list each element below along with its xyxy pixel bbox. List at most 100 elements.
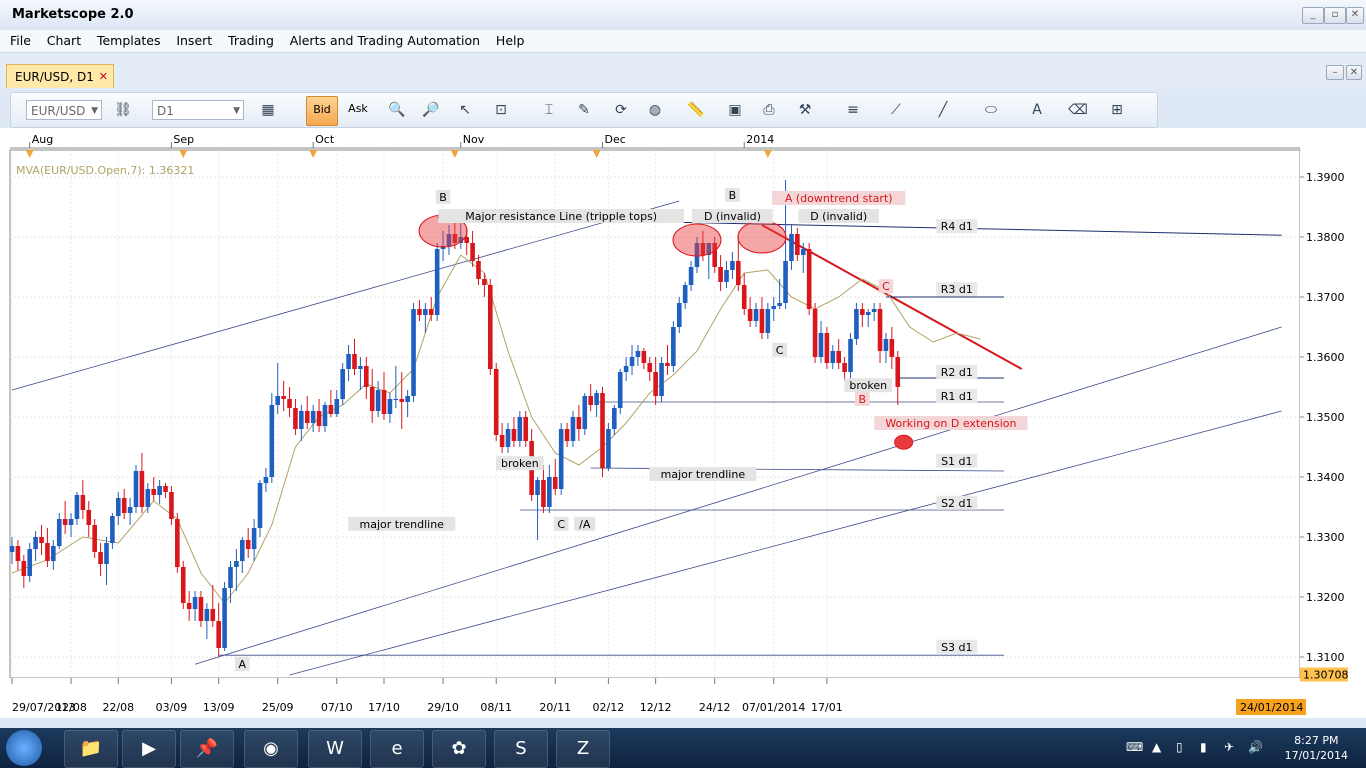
candle-body [369, 387, 375, 411]
tab-eurusd-d1[interactable]: EUR/USD, D1 ✕ [6, 64, 114, 88]
candle-body [499, 435, 505, 447]
marketscope-taskbar-icon[interactable]: Z [556, 730, 610, 768]
candle-body [145, 489, 151, 507]
pin-taskbar-icon[interactable]: 📌 [180, 730, 234, 768]
bottom-axis-label: 24/12 [699, 701, 731, 714]
candle-body [56, 519, 62, 546]
menu-chart[interactable]: Chart [47, 30, 81, 52]
app-taskbar-icon[interactable]: ✿ [432, 730, 486, 768]
candle-body [322, 405, 328, 426]
ask-button[interactable]: Ask [343, 96, 373, 124]
tray-arrow-icon[interactable]: ▲ [1152, 740, 1161, 754]
zoom-fit-icon[interactable]: ⊡ [489, 98, 513, 122]
zoom-in-icon[interactable]: 🔍 [385, 98, 409, 122]
candle-body [600, 393, 605, 468]
candle-body [854, 309, 859, 339]
candle-body [364, 366, 369, 387]
chart-minimize-button[interactable]: – [1326, 65, 1344, 80]
top-axis-label: Aug [32, 133, 53, 146]
label-r4: R4 d1 [941, 220, 973, 233]
minimize-button[interactable]: _ [1302, 7, 1324, 24]
timeframe-select[interactable]: D1 ▼ [152, 100, 244, 120]
candle-body [647, 363, 653, 372]
ruler-icon[interactable]: 📏 [684, 98, 708, 122]
keyboard-icon[interactable]: ⌨ [1126, 740, 1143, 754]
symbol-select[interactable]: EUR/USD ▼ [26, 100, 102, 120]
bid-button[interactable]: Bid [306, 96, 338, 126]
label-a-bottom: A [239, 658, 247, 671]
candle-body [62, 519, 68, 525]
chrome-taskbar-icon[interactable]: ◉ [244, 730, 298, 768]
refresh-icon[interactable]: ⟳ [609, 98, 633, 122]
candle-body [411, 309, 416, 396]
app-title: Marketscope 2.0 [12, 7, 134, 22]
trendline-icon[interactable]: ⟋ [884, 98, 908, 122]
candle-body [659, 363, 664, 396]
indicators-icon[interactable]: ≡ [841, 98, 865, 122]
battery-icon[interactable]: ▯ [1176, 740, 1183, 754]
zoom-out-icon[interactable]: 🔎 [419, 98, 443, 122]
print-icon[interactable]: ⎙ [757, 98, 781, 122]
tools-icon[interactable]: ⚒ [793, 98, 817, 122]
bottom-axis-label: 20/11 [539, 701, 571, 714]
candle-body [15, 546, 21, 561]
candle-body [511, 429, 517, 441]
hierarchy-icon[interactable]: ⊞ [1105, 98, 1129, 122]
ellipse-icon[interactable]: ⬭ [979, 98, 1003, 122]
network-icon[interactable]: ✈ [1224, 740, 1234, 754]
menu-trading[interactable]: Trading [228, 30, 274, 52]
volume-icon[interactable]: 🔊 [1248, 740, 1263, 754]
candle-body [753, 309, 759, 321]
ie-taskbar-icon[interactable]: e [370, 730, 424, 768]
candle-body [541, 480, 546, 507]
candle-body [346, 354, 351, 369]
title-bar: Marketscope 2.0 _ ▫ ✕ [0, 0, 1366, 31]
tab-close-icon[interactable]: ✕ [99, 65, 108, 89]
image-icon[interactable]: ▣ [723, 98, 747, 122]
cursor-icon[interactable]: ↖ [453, 98, 477, 122]
chart-close-button[interactable]: ✕ [1346, 65, 1362, 80]
candle-body [104, 543, 109, 564]
label-c-nov: C [557, 518, 565, 531]
candle-body [836, 351, 841, 363]
chain-icon[interactable]: ⛓ [111, 98, 135, 122]
edit-chart-icon[interactable]: ✎ [572, 98, 596, 122]
explorer-taskbar-icon[interactable]: 📁 [64, 730, 118, 768]
top-axis-label: Sep [173, 133, 194, 146]
label-s1: S1 d1 [941, 455, 972, 468]
globe-icon[interactable]: ◍ [643, 98, 667, 122]
menu-insert[interactable]: Insert [176, 30, 212, 52]
symbol-value: EUR/USD [31, 104, 86, 118]
candle-body [623, 366, 629, 372]
menu-help[interactable]: Help [496, 30, 525, 52]
candle-body [381, 390, 387, 414]
menu-templates[interactable]: Templates [97, 30, 161, 52]
tab-strip: EUR/USD, D1 ✕ – ✕ [0, 53, 1366, 89]
media-player-taskbar-icon[interactable]: ▶ [122, 730, 176, 768]
candlestick-chart[interactable]: 1.3100 1.3200 1.3300 1.3400 1.3500 1.3600 1.37… [0, 128, 1366, 718]
signal-icon[interactable]: ▮ [1200, 740, 1207, 754]
restore-button[interactable]: ▫ [1324, 7, 1346, 24]
candle-body [558, 429, 564, 489]
candle-body [682, 285, 688, 303]
start-button[interactable] [6, 730, 42, 766]
candle-body [352, 354, 357, 369]
line-icon[interactable]: ╱ [931, 98, 955, 122]
skype-taskbar-icon[interactable]: S [494, 730, 548, 768]
candle-body [405, 396, 410, 402]
candle-body [375, 390, 381, 411]
candle-body [865, 312, 871, 315]
text-label-icon[interactable]: A [1025, 98, 1049, 122]
close-button[interactable]: ✕ [1346, 7, 1364, 24]
candle-body [747, 309, 753, 321]
menu-alerts[interactable]: Alerts and Trading Automation [290, 30, 480, 52]
w-app-taskbar-icon[interactable]: W [308, 730, 362, 768]
eraser-icon[interactable]: ⌫ [1066, 98, 1090, 122]
chart-type-icon[interactable]: ▦ [256, 98, 280, 122]
chart-area[interactable]: 1.3100 1.3200 1.3300 1.3400 1.3500 1.3600 1.37… [0, 128, 1366, 718]
top-ellipse-2 [672, 223, 722, 257]
clock[interactable]: 8:27 PM 17/01/2014 [1285, 733, 1348, 763]
candle-body [9, 546, 15, 552]
menu-file[interactable]: File [10, 30, 31, 52]
crosshair-icon[interactable]: ⌶ [537, 98, 561, 122]
